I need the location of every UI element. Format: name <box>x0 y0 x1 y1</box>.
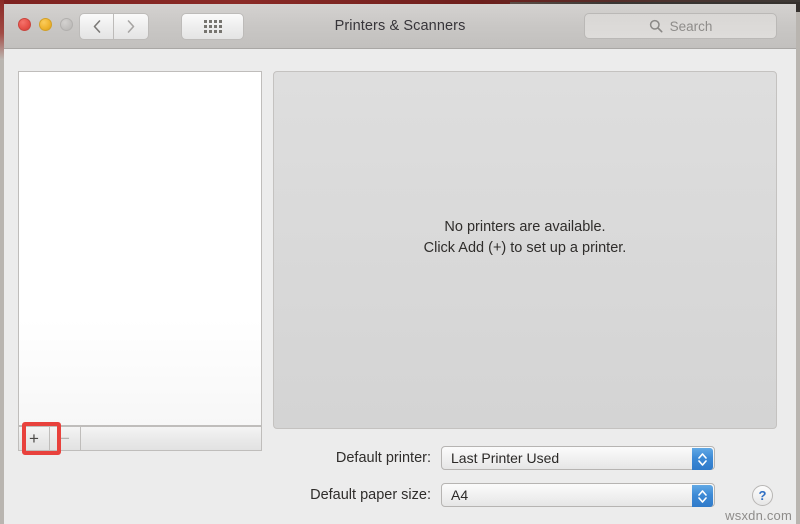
default-printer-stepper[interactable] <box>692 448 713 470</box>
help-button[interactable]: ? <box>752 485 773 506</box>
default-printer-value: Last Printer Used <box>451 450 560 466</box>
printer-list[interactable] <box>18 71 262 426</box>
preferences-content: + − No printers are available. Click Add… <box>4 49 796 524</box>
default-printer-row: Default printer: Last Printer Used <box>4 442 796 474</box>
empty-state-line-2: Click Add (+) to set up a printer. <box>423 240 627 256</box>
empty-state-line-1: No printers are available. <box>444 219 606 235</box>
default-printer-popup[interactable]: Last Printer Used <box>441 446 715 470</box>
default-paper-size-label: Default paper size: <box>310 487 431 503</box>
chevron-up-icon <box>698 489 707 496</box>
system-preferences-window: Printers & Scanners Search + − No printe… <box>4 4 796 524</box>
window-titlebar: Printers & Scanners Search <box>4 4 796 49</box>
default-preferences-section: Default printer: Last Printer Used Defau… <box>4 442 796 516</box>
watermark-text: wsxdn.com <box>725 508 792 523</box>
default-paper-size-value: A4 <box>451 487 469 503</box>
default-paper-size-row: Default paper size: A4 <box>4 479 796 511</box>
chevron-up-icon <box>698 452 707 459</box>
search-icon <box>649 19 663 33</box>
printer-detail-panel: No printers are available. Click Add (+)… <box>273 71 777 429</box>
chevron-down-icon <box>698 496 707 503</box>
default-printer-label: Default printer: <box>335 450 431 466</box>
empty-state-message: No printers are available. Click Add (+)… <box>274 217 776 259</box>
chevron-down-icon <box>698 459 707 466</box>
default-paper-size-stepper[interactable] <box>692 485 713 507</box>
search-input[interactable]: Search <box>584 13 777 39</box>
default-paper-size-popup[interactable]: A4 <box>441 483 715 507</box>
search-placeholder-text: Search <box>669 18 713 34</box>
